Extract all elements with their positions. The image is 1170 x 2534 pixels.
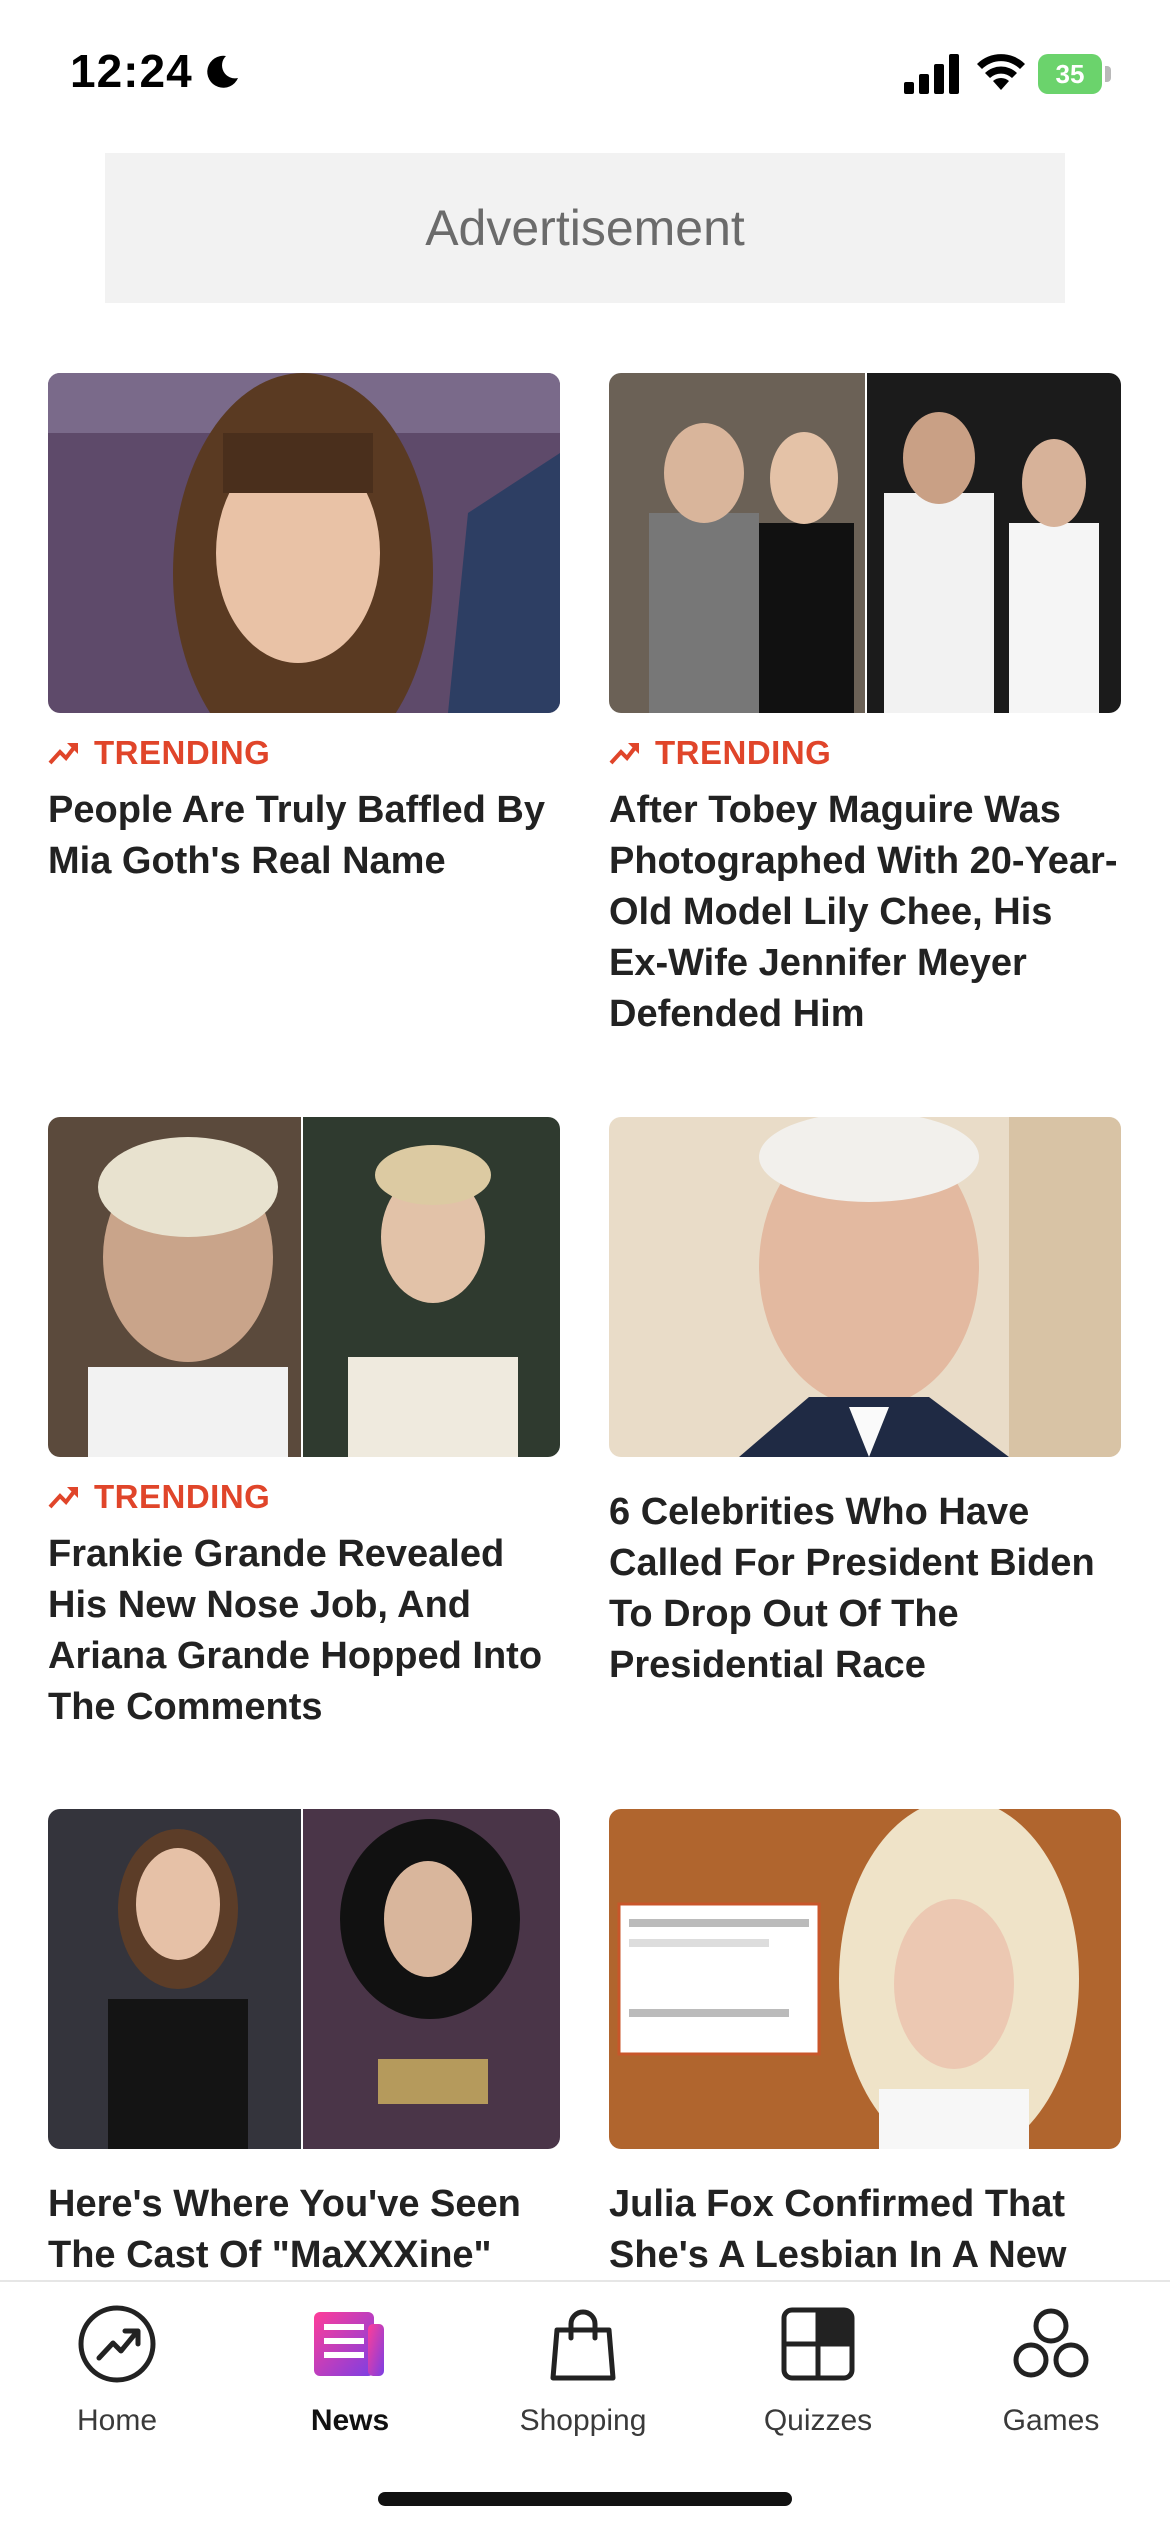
battery-nub — [1105, 66, 1111, 82]
article-thumbnail[interactable] — [609, 373, 1121, 713]
article-thumbnail[interactable] — [48, 1809, 560, 2149]
nav-news[interactable]: News — [265, 2302, 435, 2438]
trending-label: TRENDING — [655, 734, 832, 771]
article-card[interactable]: Julia Fox Confirmed That She's A Lesbian… — [609, 1809, 1121, 2281]
article-title[interactable]: After Tobey Maguire Was Photographed Wit… — [609, 785, 1121, 1040]
trending-label: TRENDING — [94, 734, 271, 771]
status-bar: 12:24 35 — [0, 0, 1170, 150]
article-card[interactable]: Here's Where You've Seen The Cast Of "Ma… — [48, 1809, 560, 2281]
shopping-bag-icon — [550, 2309, 616, 2381]
article-thumbnail[interactable] — [609, 1809, 1121, 2149]
article-thumbnail[interactable] — [48, 373, 560, 713]
trending-arrow-icon — [48, 1487, 78, 1509]
games-icon — [1013, 2308, 1089, 2378]
article-title[interactable]: 6 Celebrities Who Have Called For Presid… — [609, 1487, 1121, 1691]
battery-level: 35 — [1038, 54, 1102, 94]
trending-badge: TRENDING — [48, 1478, 560, 1515]
nav-shopping-label: Shopping — [519, 2404, 647, 2437]
article-card[interactable]: TRENDING People Are Truly Baffled By Mia… — [48, 373, 560, 887]
quizzes-icon — [781, 2307, 855, 2381]
trending-label: TRENDING — [94, 1478, 271, 1515]
nav-quizzes-label: Quizzes — [763, 2404, 873, 2437]
moon-icon — [207, 55, 238, 88]
cellular-signal-icon — [904, 54, 959, 94]
battery-indicator: 35 — [1038, 54, 1112, 94]
nav-home[interactable]: Home — [32, 2302, 202, 2438]
article-card[interactable]: 6 Celebrities Who Have Called For Presid… — [609, 1117, 1121, 1691]
trending-arrow-icon — [48, 743, 78, 765]
nav-games[interactable]: Games — [966, 2302, 1136, 2438]
wifi-icon — [977, 54, 1025, 90]
nav-shopping[interactable]: Shopping — [498, 2302, 668, 2438]
article-thumbnail[interactable] — [48, 1117, 560, 1457]
advertisement-label: Advertisement — [425, 200, 745, 256]
article-card[interactable]: TRENDING Frankie Grande Revealed His New… — [48, 1117, 560, 1733]
news-icon — [314, 2312, 384, 2376]
article-card[interactable]: TRENDING After Tobey Maguire Was Photogr… — [609, 373, 1121, 1040]
article-thumbnail[interactable] — [609, 1117, 1121, 1457]
home-indicator — [378, 2492, 792, 2506]
trending-icon — [78, 2305, 156, 2383]
trending-arrow-icon — [609, 743, 639, 765]
trending-badge: TRENDING — [609, 734, 1121, 771]
article-title[interactable]: Julia Fox Confirmed That She's A Lesbian… — [609, 2179, 1121, 2281]
nav-news-label: News — [310, 2404, 390, 2437]
nav-quizzes[interactable]: Quizzes — [733, 2302, 903, 2438]
nav-home-label: Home — [76, 2404, 158, 2437]
status-time: 12:24 — [70, 45, 193, 97]
article-title[interactable]: People Are Truly Baffled By Mia Goth's R… — [48, 785, 560, 887]
article-title[interactable]: Here's Where You've Seen The Cast Of "Ma… — [48, 2179, 560, 2281]
article-title[interactable]: Frankie Grande Revealed His New Nose Job… — [48, 1529, 560, 1733]
advertisement-banner[interactable]: Advertisement — [105, 153, 1065, 303]
trending-badge: TRENDING — [48, 734, 560, 771]
nav-games-label: Games — [1002, 2404, 1100, 2437]
